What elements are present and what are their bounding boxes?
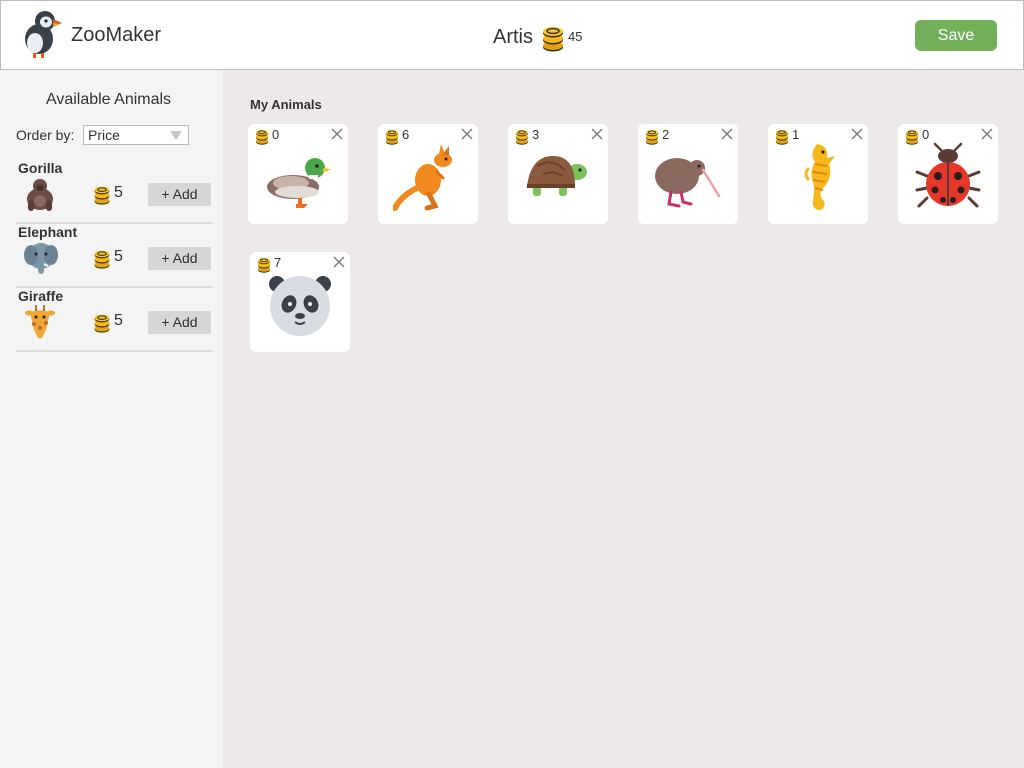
order-by-value: Price bbox=[88, 127, 120, 143]
available-animal-gorilla: Gorilla 5 + Add bbox=[16, 160, 212, 224]
kiwi-icon bbox=[655, 158, 721, 208]
animal-count: 0 bbox=[922, 127, 930, 142]
ladybug-icon bbox=[915, 142, 981, 208]
animal-count: 3 bbox=[532, 127, 540, 142]
chevron-down-icon bbox=[170, 131, 182, 140]
animal-price: 5 bbox=[114, 248, 123, 265]
animal-count: 0 bbox=[272, 127, 280, 142]
animal-name: Elephant bbox=[18, 224, 78, 240]
close-icon[interactable] bbox=[332, 255, 346, 269]
sidebar: Available Animals Order by: Price Gorill… bbox=[0, 70, 223, 768]
animal-card-turtle[interactable]: 3 bbox=[508, 124, 608, 224]
kangaroo-icon bbox=[393, 144, 452, 211]
app-title: ZooMaker bbox=[71, 24, 162, 46]
coins-icon bbox=[92, 183, 112, 205]
close-icon[interactable] bbox=[460, 127, 474, 141]
add-elephant-button[interactable]: + Add bbox=[148, 247, 211, 270]
zoo-name: Artis bbox=[493, 26, 533, 48]
add-giraffe-button[interactable]: + Add bbox=[148, 311, 211, 334]
animal-price: 5 bbox=[114, 312, 123, 329]
animal-card-duck[interactable]: 0 bbox=[248, 124, 348, 224]
animal-name: Giraffe bbox=[18, 288, 64, 304]
close-icon[interactable] bbox=[720, 127, 734, 141]
app-header: ZooMaker Artis 45 Save bbox=[0, 0, 1024, 70]
close-icon[interactable] bbox=[590, 127, 604, 141]
animal-name: Gorilla bbox=[18, 160, 63, 176]
seahorse-icon bbox=[804, 144, 835, 210]
coins-icon bbox=[92, 311, 112, 333]
my-animals-title: My Animals bbox=[250, 97, 322, 112]
animal-card-seahorse[interactable]: 1 bbox=[768, 124, 868, 224]
turtle-icon bbox=[527, 156, 587, 196]
animal-count: 2 bbox=[662, 127, 670, 142]
puffin-logo-icon bbox=[25, 11, 62, 58]
animal-count: 7 bbox=[274, 255, 282, 270]
close-icon[interactable] bbox=[330, 127, 344, 141]
animal-count: 6 bbox=[402, 127, 410, 142]
order-by-label: Order by: bbox=[16, 127, 75, 143]
elephant-icon bbox=[24, 243, 58, 274]
save-button[interactable]: Save bbox=[915, 20, 997, 51]
sidebar-title: Available Animals bbox=[45, 91, 172, 108]
coins-icon bbox=[541, 21, 565, 53]
giraffe-icon bbox=[25, 305, 55, 338]
add-gorilla-button[interactable]: + Add bbox=[148, 183, 211, 206]
close-icon[interactable] bbox=[980, 127, 994, 141]
animal-card-ladybug[interactable]: 0 bbox=[898, 124, 998, 224]
available-animal-elephant: Elephant 5 + Add bbox=[16, 224, 212, 288]
animal-card-kiwi[interactable]: 2 bbox=[638, 124, 738, 224]
animal-card-panda[interactable]: 7 bbox=[250, 252, 350, 352]
panda-icon bbox=[269, 276, 331, 336]
close-icon[interactable] bbox=[850, 127, 864, 141]
available-animal-giraffe: Giraffe 5 + Add bbox=[16, 288, 212, 352]
animal-count: 1 bbox=[792, 127, 800, 142]
coin-balance: 45 bbox=[568, 29, 583, 44]
animal-price: 5 bbox=[114, 184, 123, 201]
coins-icon bbox=[92, 247, 112, 269]
duck-icon bbox=[267, 158, 331, 208]
order-by-select[interactable]: Price bbox=[83, 125, 189, 145]
gorilla-icon bbox=[27, 179, 53, 211]
animal-card-kangaroo[interactable]: 6 bbox=[378, 124, 478, 224]
